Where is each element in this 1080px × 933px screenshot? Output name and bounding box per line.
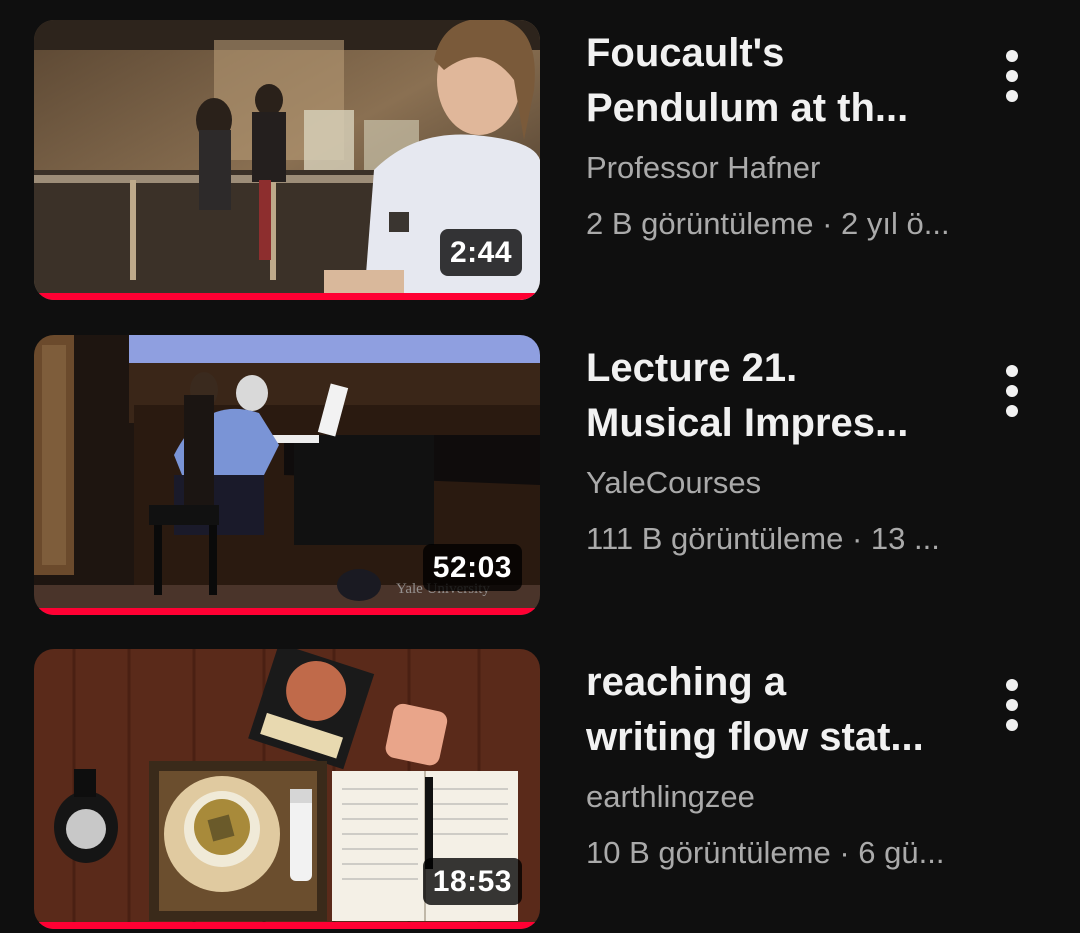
channel-name[interactable]: earthlingzee — [586, 777, 976, 817]
video-item[interactable]: 18:53 reaching a writing flow stat... ea… — [0, 649, 1080, 933]
video-meta: Lecture 21. Musical Impres... YaleCourse… — [586, 341, 976, 559]
video-title-line: Lecture 21. — [586, 346, 798, 390]
video-title-line: Pendulum at th... — [586, 86, 909, 130]
dot — [1006, 679, 1018, 691]
duration-badge: 52:03 — [422, 544, 522, 591]
video-meta: Foucault's Pendulum at th... Professor H… — [586, 26, 976, 244]
channel-name[interactable]: YaleCourses — [586, 463, 976, 503]
dot — [1006, 70, 1018, 82]
video-item[interactable]: 2:44 Foucault's Pendulum at th... Profes… — [0, 20, 1080, 304]
channel-name[interactable]: Professor Hafner — [586, 148, 976, 188]
watch-progress-bar — [34, 922, 540, 929]
video-thumbnail[interactable]: 2:44 — [34, 20, 540, 300]
video-item[interactable]: Yale University 52:03 Lecture 21. Musica… — [0, 335, 1080, 619]
dot — [1006, 385, 1018, 397]
watch-progress-bar — [34, 293, 540, 300]
video-title-line: reaching a — [586, 660, 787, 704]
video-title-line: writing flow stat... — [586, 715, 924, 759]
dot — [1006, 699, 1018, 711]
video-title[interactable]: Lecture 21. Musical Impres... — [586, 341, 976, 451]
view-stats: 2 B görüntüleme · 2 yıl ö... — [586, 206, 950, 241]
video-meta: reaching a writing flow stat... earthlin… — [586, 655, 976, 873]
watch-progress-bar — [34, 608, 540, 615]
video-thumbnail[interactable]: 18:53 — [34, 649, 540, 929]
video-title-line: Musical Impres... — [586, 401, 909, 445]
dot — [1006, 365, 1018, 377]
view-stats: 10 B görüntüleme · 6 gü... — [586, 835, 945, 870]
dot — [1006, 405, 1018, 417]
more-vert-icon[interactable] — [994, 46, 1030, 106]
duration-badge: 2:44 — [439, 229, 522, 276]
view-stats: 111 B görüntüleme · 13 ... — [586, 521, 940, 556]
more-vert-icon[interactable] — [994, 361, 1030, 421]
video-title[interactable]: Foucault's Pendulum at th... — [586, 26, 976, 136]
duration-badge: 18:53 — [422, 858, 522, 905]
video-thumbnail[interactable]: Yale University 52:03 — [34, 335, 540, 615]
video-title[interactable]: reaching a writing flow stat... — [586, 655, 976, 765]
video-title-line: Foucault's — [586, 31, 785, 75]
dot — [1006, 90, 1018, 102]
video-list: 2:44 Foucault's Pendulum at th... Profes… — [0, 0, 1080, 933]
dot — [1006, 50, 1018, 62]
more-vert-icon[interactable] — [994, 675, 1030, 735]
dot — [1006, 719, 1018, 731]
